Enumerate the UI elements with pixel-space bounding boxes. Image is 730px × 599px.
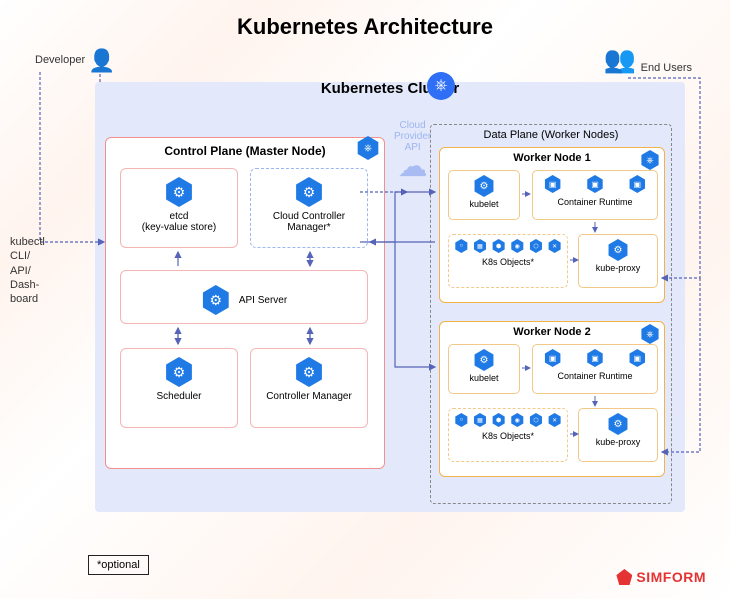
page-title: Kubernetes Architecture bbox=[0, 0, 730, 40]
developer-label: Developer bbox=[35, 54, 85, 66]
kubelet-hex-icon: ⚙ bbox=[473, 349, 495, 371]
cloud-label-2: Provider bbox=[394, 131, 431, 142]
worker-1-title: Worker Node 1 bbox=[440, 148, 664, 168]
end-users-label: End Users bbox=[641, 62, 692, 74]
etcd-label-1: etcd bbox=[121, 211, 237, 222]
api-server-box: ⚙ API Server bbox=[120, 270, 368, 324]
control-plane: Control Plane (Master Node) ⎈ ⚙ etcd (ke… bbox=[105, 137, 385, 469]
cloud-controller-manager-box: ⚙ Cloud Controller Manager* bbox=[250, 168, 368, 248]
k8s-objects-box: ○▦⬢◉⬡✕ K8s Objects* bbox=[448, 408, 568, 462]
ccm-label-2: Manager* bbox=[251, 222, 367, 233]
data-plane: Data Plane (Worker Nodes) Worker Node 1 … bbox=[430, 124, 672, 504]
api-hex-icon: ⚙ bbox=[201, 285, 231, 315]
scheduler-box: ⚙ Scheduler bbox=[120, 348, 238, 428]
controller-manager-box: ⚙ Controller Manager bbox=[250, 348, 368, 428]
kube-proxy-box: ⚙ kube-proxy bbox=[578, 234, 658, 288]
worker-2-title: Worker Node 2 bbox=[440, 322, 664, 342]
cm-label: Controller Manager bbox=[251, 391, 367, 402]
crt-label: Container Runtime bbox=[533, 371, 657, 381]
person-icon: 👤 bbox=[88, 48, 115, 74]
kproxy-label: kube-proxy bbox=[579, 263, 657, 273]
sched-hex-icon: ⚙ bbox=[164, 357, 194, 387]
k8s-object-icons: ○▦⬢◉⬡✕ bbox=[449, 413, 567, 429]
sched-label: Scheduler bbox=[121, 391, 237, 402]
etcd-label-2: (key-value store) bbox=[121, 222, 237, 233]
cloud-label-1: Cloud bbox=[394, 120, 431, 131]
kubernetes-cluster: Kubernetes Cluster ⎈ Cloud Provider API … bbox=[95, 82, 685, 512]
kubectl-l1: kubectl bbox=[10, 235, 45, 249]
etcd-box: ⚙ etcd (key-value store) bbox=[120, 168, 238, 248]
control-plane-title: Control Plane (Master Node) bbox=[106, 138, 384, 164]
k8sobj-label: K8s Objects* bbox=[449, 431, 567, 441]
kubectl-l5: board bbox=[10, 292, 45, 306]
kubelet-hex-icon: ⚙ bbox=[473, 175, 495, 197]
cloud-provider-api: Cloud Provider API ☁ bbox=[394, 120, 431, 180]
kubectl-l3: API/ bbox=[10, 264, 45, 278]
api-label: API Server bbox=[239, 295, 287, 306]
simform-text: SIMFORM bbox=[636, 569, 706, 585]
data-plane-title: Data Plane (Worker Nodes) bbox=[431, 125, 671, 145]
kproxy-label: kube-proxy bbox=[579, 437, 657, 447]
kubectl-l4: Dash- bbox=[10, 278, 45, 292]
ccm-label-1: Cloud Controller bbox=[251, 211, 367, 222]
etcd-hex-icon: ⚙ bbox=[164, 177, 194, 207]
container-icons: ▣▣▣ bbox=[533, 349, 657, 369]
k8s-object-icons: ○▦⬢◉⬡✕ bbox=[449, 239, 567, 255]
people-icon: 👥 bbox=[604, 44, 636, 75]
k8sobj-label: K8s Objects* bbox=[449, 257, 567, 267]
ccm-hex-icon: ⚙ bbox=[294, 177, 324, 207]
worker-node-2: Worker Node 2 ⎈ ⚙ kubelet ▣▣▣ Container … bbox=[439, 321, 665, 477]
kproxy-hex-icon: ⚙ bbox=[607, 239, 629, 261]
container-runtime-box: ▣▣▣ Container Runtime bbox=[532, 344, 658, 394]
worker-node-1: Worker Node 1 ⎈ ⚙ kubelet ▣▣▣ Container … bbox=[439, 147, 665, 303]
kubelet-label: kubelet bbox=[449, 199, 519, 209]
kubelet-box: ⚙ kubelet bbox=[448, 344, 520, 394]
kubectl-l2: CLI/ bbox=[10, 249, 45, 263]
cloud-icon: ☁ bbox=[394, 153, 431, 180]
kproxy-hex-icon: ⚙ bbox=[607, 413, 629, 435]
kube-proxy-box: ⚙ kube-proxy bbox=[578, 408, 658, 462]
crt-label: Container Runtime bbox=[533, 197, 657, 207]
cm-hex-icon: ⚙ bbox=[294, 357, 324, 387]
kubelet-label: kubelet bbox=[449, 373, 519, 383]
kubelet-box: ⚙ kubelet bbox=[448, 170, 520, 220]
container-icons: ▣▣▣ bbox=[533, 175, 657, 195]
container-runtime-box: ▣▣▣ Container Runtime bbox=[532, 170, 658, 220]
simform-logo-icon bbox=[616, 569, 632, 585]
optional-legend: *optional bbox=[88, 555, 149, 575]
kubectl-label: kubectl CLI/ API/ Dash- board bbox=[10, 235, 45, 306]
cluster-title: Kubernetes Cluster bbox=[95, 80, 685, 97]
k8s-objects-box: ○▦⬢◉⬡✕ K8s Objects* bbox=[448, 234, 568, 288]
kubernetes-logo-icon: ⎈ bbox=[427, 72, 455, 100]
simform-logo: SIMFORM bbox=[616, 569, 706, 585]
